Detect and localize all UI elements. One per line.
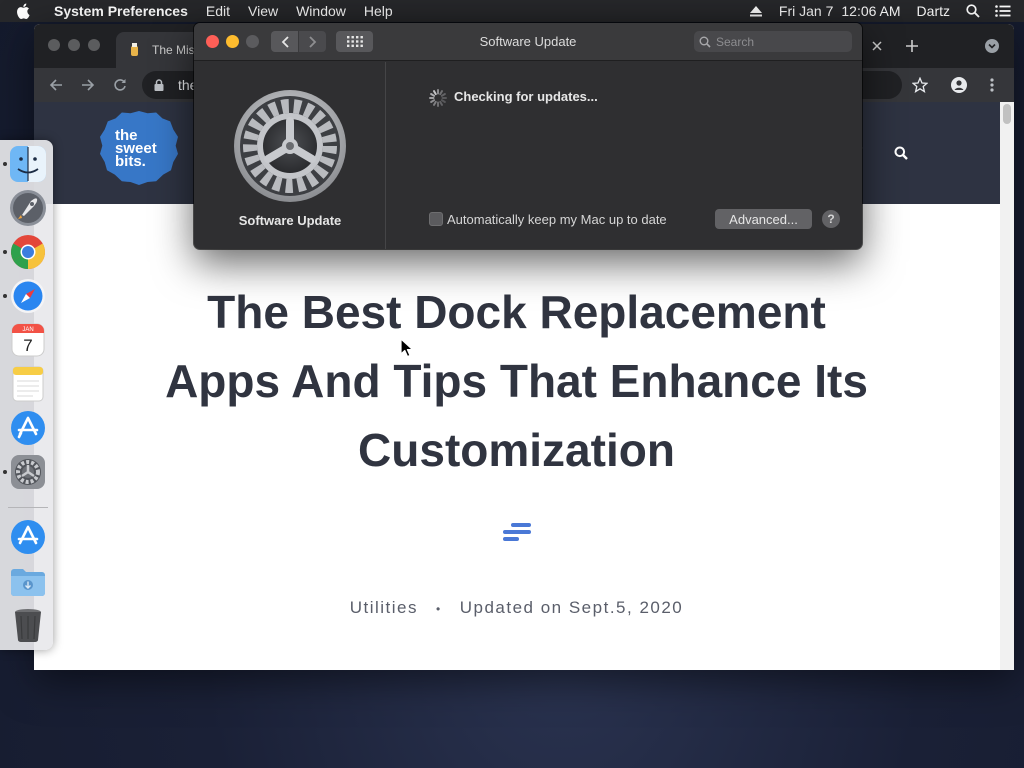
software-update-gear-icon: [234, 90, 346, 202]
dock-launchpad-icon[interactable]: [9, 189, 47, 227]
reload-icon[interactable]: [112, 77, 128, 93]
calendar-month: JAN: [22, 327, 33, 333]
menubar-date[interactable]: Fri Jan 7: [771, 0, 841, 22]
window-title: Software Update: [479, 34, 577, 49]
chevron-right-icon: [308, 35, 316, 48]
mouse-cursor-icon: [400, 338, 414, 358]
help-button[interactable]: ?: [822, 210, 840, 228]
spotlight-search-icon[interactable]: [958, 0, 988, 22]
chevron-left-icon: [281, 35, 289, 48]
article-title: The Best Dock Replacement Apps And Tips …: [165, 286, 868, 476]
favicon-icon: [128, 43, 142, 57]
running-indicator: [3, 162, 7, 166]
preferences-search-field[interactable]: [694, 31, 852, 52]
chrome-menu-icon[interactable]: [984, 77, 1000, 93]
auto-update-label[interactable]: Automatically keep my Mac up to date: [447, 212, 667, 227]
page-scrollbar[interactable]: [1000, 102, 1014, 670]
grid-icon: [346, 36, 363, 47]
back-arrow-icon[interactable]: [48, 77, 64, 93]
dock-app-store-downloads-icon[interactable]: [9, 518, 47, 556]
pane-sidebar: Software Update: [194, 62, 386, 249]
divider-mark-icon: [503, 523, 531, 541]
dock-chrome-icon[interactable]: [9, 233, 47, 271]
tab-close-icon[interactable]: [869, 38, 885, 54]
forward-arrow-icon[interactable]: [80, 77, 96, 93]
tab-title: The Mis: [152, 43, 195, 57]
menubar-time[interactable]: 12:06 AM: [841, 0, 908, 22]
window-titlebar: Software Update: [194, 23, 862, 61]
auto-update-checkbox[interactable]: [429, 212, 443, 226]
window-close-button[interactable]: [206, 35, 219, 48]
chrome-zoom-button[interactable]: [88, 39, 100, 51]
apple-menu-icon[interactable]: [16, 3, 40, 19]
eject-icon[interactable]: [741, 0, 771, 22]
progress-spinner-icon: [429, 89, 447, 107]
dock-trash-icon[interactable]: [9, 606, 47, 644]
tab-search-icon[interactable]: [984, 38, 1000, 54]
menu-bar: System Preferences Edit View Window Help…: [0, 0, 1024, 22]
running-indicator: [3, 250, 7, 254]
menu-window[interactable]: Window: [287, 0, 355, 22]
menubar-user[interactable]: Dartz: [909, 0, 958, 22]
chrome-close-button[interactable]: [48, 39, 60, 51]
bookmark-star-icon[interactable]: [912, 77, 928, 93]
article-updated-date: Updated on Sept.5, 2020: [459, 598, 684, 617]
search-icon: [699, 36, 711, 48]
search-input[interactable]: [716, 34, 846, 49]
running-indicator: [3, 470, 7, 474]
notification-center-icon[interactable]: [988, 0, 1018, 22]
lock-icon[interactable]: [154, 78, 168, 92]
dock-separator: [8, 507, 48, 508]
article-meta: Utilities • Updated on Sept.5, 2020: [324, 598, 709, 620]
new-tab-icon[interactable]: [904, 38, 920, 54]
dock-calendar-icon[interactable]: JAN 7: [9, 321, 47, 359]
back-button[interactable]: [271, 31, 298, 52]
advanced-button[interactable]: Advanced...: [715, 209, 812, 229]
logo-line-3: bits.: [115, 152, 146, 170]
dock-downloads-folder-icon[interactable]: [9, 562, 47, 600]
site-search-icon[interactable]: [894, 146, 908, 160]
window-minimize-button[interactable]: [226, 35, 239, 48]
dock-system-preferences-icon[interactable]: [9, 453, 47, 491]
window-zoom-button[interactable]: [246, 35, 259, 48]
calendar-day: 7: [23, 336, 32, 355]
meta-separator: •: [436, 602, 442, 616]
software-update-window: Software Update Search Software Update C…: [194, 23, 862, 249]
site-logo[interactable]: the sweet bits.: [100, 111, 178, 185]
menu-help[interactable]: Help: [355, 0, 402, 22]
forward-button[interactable]: [299, 31, 326, 52]
article-category[interactable]: Utilities: [350, 598, 418, 620]
profile-icon[interactable]: [951, 77, 967, 93]
pane-label: Software Update: [238, 213, 342, 228]
running-indicator: [3, 294, 7, 298]
menu-view[interactable]: View: [239, 0, 287, 22]
chrome-minimize-button[interactable]: [68, 39, 80, 51]
dock-app-store-icon[interactable]: [9, 409, 47, 447]
dock: JAN 7: [0, 140, 53, 650]
scrollbar-thumb[interactable]: [1003, 104, 1011, 124]
update-status-text: Checking for updates...: [454, 89, 598, 104]
menu-edit[interactable]: Edit: [197, 0, 239, 22]
show-all-button[interactable]: [336, 31, 373, 52]
dock-safari-icon[interactable]: [9, 277, 47, 315]
menu-app-name[interactable]: System Preferences: [40, 0, 197, 22]
dock-notes-icon[interactable]: [9, 365, 47, 403]
dock-finder-icon[interactable]: [9, 145, 47, 183]
